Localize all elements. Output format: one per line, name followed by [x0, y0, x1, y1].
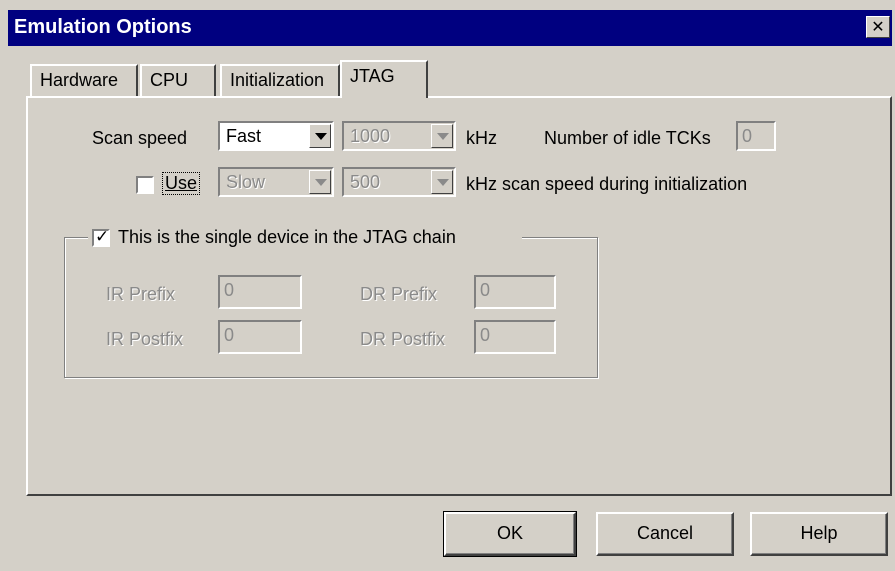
dr-postfix-label: DR Postfix	[360, 329, 446, 349]
tab-initialization[interactable]: Initialization	[220, 64, 340, 96]
scan-speed-label: Scan speed	[92, 128, 188, 148]
dr-postfix-input[interactable]: 0	[474, 320, 556, 354]
dr-prefix-input[interactable]: 0	[474, 275, 556, 309]
single-device-label: This is the single device in the JTAG ch…	[118, 227, 456, 247]
close-button[interactable]: ✕	[866, 16, 890, 38]
idle-tcks-label: Number of idle TCKs	[544, 128, 711, 148]
chevron-down-icon[interactable]	[309, 124, 331, 148]
tab-jtag[interactable]: JTAG	[340, 60, 428, 98]
ir-postfix-input[interactable]: 0	[218, 320, 302, 354]
chevron-down-icon[interactable]	[431, 124, 453, 148]
help-button[interactable]: Help	[750, 512, 888, 556]
khz-label: kHz	[466, 128, 497, 148]
scan-speed-value: Fast	[226, 126, 262, 146]
init-frequency-value: 500	[350, 172, 381, 192]
init-frequency-select[interactable]: 500	[342, 167, 456, 197]
use-label[interactable]: Use	[161, 172, 201, 195]
dr-postfix-value: 0	[480, 325, 491, 345]
ir-prefix-label: IR Prefix	[106, 284, 176, 304]
single-device-checkbox[interactable]: ✓	[92, 227, 110, 247]
dr-prefix-label: DR Prefix	[360, 284, 438, 304]
title-bar: Emulation Options ✕	[8, 10, 892, 46]
scan-frequency-select[interactable]: 1000	[342, 121, 456, 151]
tab-label: CPU	[150, 70, 189, 90]
tab-label: Hardware	[40, 70, 119, 90]
checkmark-icon: ✓	[95, 227, 110, 247]
cancel-button[interactable]: Cancel	[596, 512, 734, 556]
ir-prefix-input[interactable]: 0	[218, 275, 302, 309]
tab-label: Initialization	[230, 70, 325, 90]
tab-cpu[interactable]: CPU	[140, 64, 216, 96]
close-icon: ✕	[871, 17, 885, 36]
scan-speed-select[interactable]: Fast	[218, 121, 334, 151]
chevron-down-icon[interactable]	[309, 170, 331, 194]
chevron-down-icon[interactable]	[431, 170, 453, 194]
scan-frequency-value: 1000	[350, 126, 391, 146]
ok-button[interactable]: OK	[443, 511, 577, 557]
tab-hardware[interactable]: Hardware	[30, 64, 138, 96]
init-speed-select[interactable]: Slow	[218, 167, 334, 197]
emulation-options-dialog: Emulation Options ✕ Hardware CPU Initial…	[0, 0, 895, 571]
idle-tcks-input[interactable]: 0	[736, 121, 776, 151]
dr-prefix-value: 0	[480, 280, 491, 300]
ir-postfix-value: 0	[224, 325, 235, 345]
ir-prefix-value: 0	[224, 280, 235, 300]
window-title: Emulation Options	[14, 16, 192, 38]
init-speed-description: kHz scan speed during initialization	[466, 174, 748, 194]
group-header: ✓ This is the single device in the JTAG …	[88, 227, 522, 251]
tab-label: JTAG	[350, 66, 395, 86]
ir-postfix-label: IR Postfix	[106, 329, 184, 349]
init-speed-value: Slow	[226, 172, 266, 192]
idle-tcks-value: 0	[742, 126, 753, 146]
use-init-speed-checkbox[interactable]	[136, 176, 154, 194]
